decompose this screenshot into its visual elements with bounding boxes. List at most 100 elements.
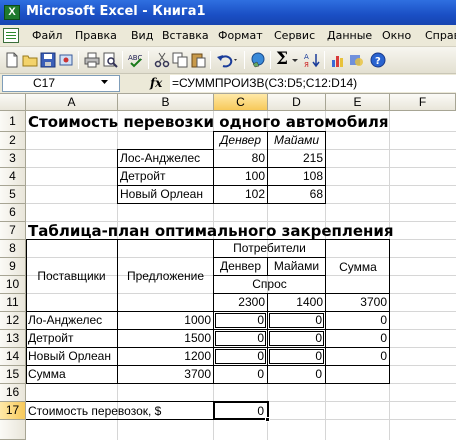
plan-value[interactable]: 0 bbox=[214, 348, 264, 364]
copy-icon[interactable] bbox=[172, 52, 188, 68]
save-icon[interactable] bbox=[40, 52, 56, 68]
plan-value[interactable]: 0 bbox=[268, 348, 322, 364]
plan-row-sum[interactable]: 0 bbox=[326, 312, 387, 328]
menu-data[interactable]: Данные bbox=[327, 29, 372, 42]
row-header-8[interactable]: 8 bbox=[0, 240, 26, 258]
active-cell-selection[interactable] bbox=[213, 401, 269, 420]
row-header-4[interactable]: 4 bbox=[0, 168, 26, 186]
menu-view[interactable]: Вид bbox=[131, 29, 153, 42]
plan-row-sum[interactable]: 0 bbox=[326, 330, 387, 346]
plan-header-consumers[interactable]: Потребители bbox=[214, 240, 325, 256]
name-box-dropdown-icon[interactable] bbox=[100, 78, 109, 86]
total-cost-label[interactable]: Стоимость перевозок, $ bbox=[28, 403, 161, 419]
drawing-icon[interactable] bbox=[348, 52, 364, 68]
row-header-1[interactable]: 1 bbox=[0, 111, 26, 132]
menu-format[interactable]: Формат bbox=[218, 29, 263, 42]
plan-demand-denver[interactable]: 2300 bbox=[214, 294, 265, 310]
column-header-a[interactable]: A bbox=[26, 94, 118, 111]
row-header-3[interactable]: 3 bbox=[0, 150, 26, 168]
plan-row-label[interactable]: Ло-Анджелес bbox=[28, 312, 102, 328]
row-header-5[interactable]: 5 bbox=[0, 186, 26, 204]
worksheet-grid[interactable]: A B C D E F 1 2 3 4 5 6 7 8 9 10 11 12 1… bbox=[0, 94, 456, 440]
plan-row-label[interactable]: Новый Орлеан bbox=[28, 348, 111, 364]
plan-header-demand[interactable]: Спрос bbox=[214, 276, 325, 292]
plan-supply[interactable]: 1000 bbox=[118, 312, 211, 328]
menu-edit[interactable]: Правка bbox=[75, 29, 117, 42]
row-header-2[interactable]: 2 bbox=[0, 132, 26, 150]
cost-cell[interactable]: 80 bbox=[214, 150, 265, 166]
column-header-e[interactable]: E bbox=[326, 94, 390, 111]
menu-file[interactable]: Файл bbox=[32, 29, 62, 42]
autosum-icon[interactable]: Σ bbox=[276, 49, 288, 69]
permission-icon[interactable] bbox=[58, 52, 74, 68]
cost-cell[interactable]: 68 bbox=[268, 186, 323, 202]
row-header-9[interactable]: 9 bbox=[0, 258, 26, 276]
sheet-title-cost[interactable]: Стоимость перевозки одного автомобиля bbox=[28, 113, 388, 131]
plan-value[interactable]: 0 bbox=[214, 330, 264, 346]
row-header-6[interactable]: 6 bbox=[0, 204, 26, 222]
cost-cell[interactable]: 108 bbox=[268, 168, 323, 184]
plan-total-label[interactable]: Сумма bbox=[28, 366, 66, 382]
column-header-d[interactable]: D bbox=[268, 94, 326, 111]
plan-row-sum[interactable]: 0 bbox=[326, 348, 387, 364]
insert-function-icon[interactable]: fx bbox=[150, 76, 162, 90]
chart-wizard-icon[interactable] bbox=[330, 52, 346, 68]
print-icon[interactable] bbox=[84, 52, 100, 68]
menu-help[interactable]: Справка bbox=[425, 29, 456, 42]
excel-app-icon[interactable]: X bbox=[4, 5, 20, 20]
plan-header-denver[interactable]: Денвер bbox=[214, 258, 267, 274]
plan-total-supply[interactable]: 3700 bbox=[118, 366, 211, 382]
fill-handle[interactable] bbox=[265, 417, 270, 422]
plan-total-value[interactable]: 0 bbox=[214, 366, 264, 382]
undo-icon[interactable] bbox=[216, 52, 240, 68]
menu-insert[interactable]: Вставка bbox=[162, 29, 209, 42]
help-icon[interactable]: ? bbox=[370, 52, 386, 68]
hyperlink-icon[interactable] bbox=[250, 52, 266, 68]
column-header-f[interactable]: F bbox=[390, 94, 456, 111]
row-header-15[interactable]: 15 bbox=[0, 366, 26, 384]
plan-value[interactable]: 0 bbox=[268, 330, 322, 346]
cost-header-miami[interactable]: Майами bbox=[268, 132, 325, 148]
dropdown-arrow-icon[interactable] bbox=[290, 52, 300, 68]
open-icon[interactable] bbox=[22, 52, 38, 68]
column-header-b[interactable]: B bbox=[118, 94, 214, 111]
plan-header-supply[interactable]: Предложение bbox=[118, 268, 213, 284]
menu-window[interactable]: Окно bbox=[382, 29, 411, 42]
cost-row-label[interactable]: Лос-Анджелес bbox=[120, 150, 200, 166]
row-header-12[interactable]: 12 bbox=[0, 312, 26, 330]
row-header-17[interactable]: 17 bbox=[0, 402, 26, 420]
row-header-10[interactable]: 10 bbox=[0, 276, 26, 294]
plan-header-miami[interactable]: Майами bbox=[268, 258, 325, 274]
plan-supply[interactable]: 1200 bbox=[118, 348, 211, 364]
cost-cell[interactable]: 100 bbox=[214, 168, 265, 184]
plan-demand-miami[interactable]: 1400 bbox=[268, 294, 323, 310]
plan-value[interactable]: 0 bbox=[214, 312, 264, 328]
sheet-title-plan[interactable]: Таблица-план оптимального закрепления bbox=[28, 222, 394, 240]
plan-header-suppliers[interactable]: Поставщики bbox=[26, 268, 117, 284]
paste-icon[interactable] bbox=[190, 52, 206, 68]
cost-row-label[interactable]: Новый Орлеан bbox=[120, 186, 203, 202]
row-header-13[interactable]: 13 bbox=[0, 330, 26, 348]
cut-icon[interactable] bbox=[154, 52, 170, 68]
workbook-icon[interactable] bbox=[3, 28, 19, 43]
row-header-16[interactable]: 16 bbox=[0, 384, 26, 402]
cost-header-denver[interactable]: Денвер bbox=[214, 132, 267, 148]
column-header-c[interactable]: C bbox=[214, 94, 268, 111]
formula-input[interactable]: =СУММПРОИЗВ(C3:D5;C12:D14) bbox=[170, 75, 456, 92]
spelling-icon[interactable]: ABC bbox=[128, 52, 144, 68]
cost-cell[interactable]: 102 bbox=[214, 186, 265, 202]
cost-row-label[interactable]: Детройт bbox=[120, 168, 165, 184]
row-header-11[interactable]: 11 bbox=[0, 294, 26, 312]
plan-header-sum[interactable]: Сумма bbox=[326, 259, 390, 275]
plan-value[interactable]: 0 bbox=[268, 312, 322, 328]
row-header-14[interactable]: 14 bbox=[0, 348, 26, 366]
row-header-18[interactable] bbox=[0, 420, 26, 440]
plan-supply[interactable]: 1500 bbox=[118, 330, 211, 346]
plan-demand-total[interactable]: 3700 bbox=[326, 294, 387, 310]
plan-total-value[interactable]: 0 bbox=[268, 366, 322, 382]
new-icon[interactable] bbox=[4, 52, 20, 68]
sort-ascending-icon[interactable]: AЯ bbox=[304, 52, 320, 68]
plan-row-label[interactable]: Детройт bbox=[28, 330, 73, 346]
print-preview-icon[interactable] bbox=[102, 52, 118, 68]
menu-tools[interactable]: Сервис bbox=[274, 29, 315, 42]
